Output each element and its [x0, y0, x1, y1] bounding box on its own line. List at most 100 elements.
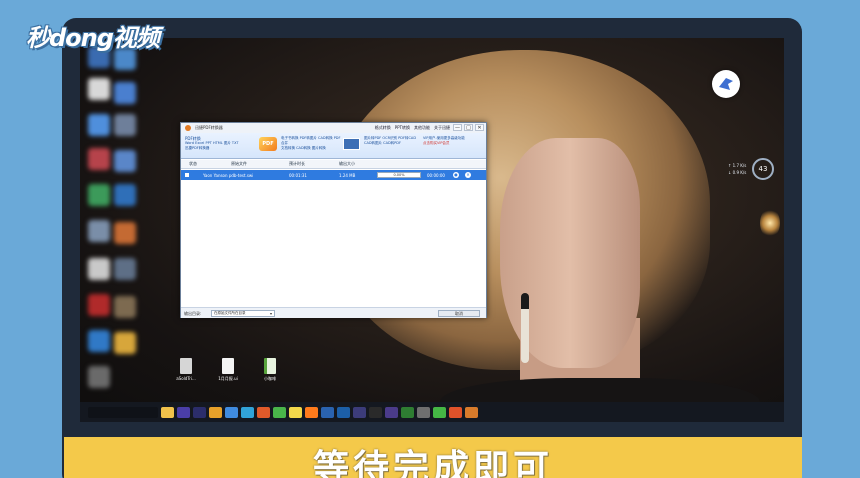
upload-speed: ↑ 1.7 K/s: [728, 163, 747, 168]
cancel-button[interactable]: 取消: [438, 310, 480, 317]
group-extra: CAD转图片 CAD转PDF: [364, 141, 401, 145]
file-label: 小咖啡: [264, 376, 276, 381]
desktop-icon: [114, 150, 136, 172]
conversion-progress: 0.00%: [377, 172, 421, 178]
taskbar-app-icon[interactable]: [193, 406, 206, 418]
group-items: 电子书转换 PDF转图片 CAD转换 PDF合并: [281, 136, 341, 145]
taskbar-app-icon[interactable]: [353, 406, 366, 418]
taskbar-app-icon[interactable]: [241, 406, 254, 418]
taskbar-app-icon[interactable]: [257, 406, 270, 418]
minimize-button[interactable]: —: [453, 124, 462, 131]
maximize-button[interactable]: □: [464, 124, 473, 131]
file-icon: [222, 358, 234, 374]
taskbar-app-icon[interactable]: [449, 406, 462, 418]
column-header-file[interactable]: 原始文件: [231, 161, 247, 167]
taskbar-app-icon[interactable]: [273, 406, 286, 418]
output-dir-label: 输出目录:: [184, 311, 202, 316]
ebook-group[interactable]: 电子书转换 PDF转图片 CAD转换 PDF合并 文档转换 CAD转换 图片转换: [281, 136, 341, 151]
column-header-status[interactable]: 状态: [189, 161, 197, 167]
promo-link[interactable]: 点击购买VIP会员: [423, 141, 483, 146]
wallpaper-earring: [521, 293, 529, 363]
bird-icon: [719, 78, 733, 90]
file-list-area[interactable]: [181, 180, 486, 306]
watermark-logo: 秒dong视频: [26, 24, 160, 52]
desktop-icon: [114, 222, 136, 244]
open-folder-icon[interactable]: ●: [453, 172, 459, 178]
group-extra: 迅捷PDF转换器: [185, 146, 210, 150]
title-link[interactable]: PPT转换: [395, 125, 410, 131]
title-links: 格式转换 PPT转换 其他功能 关于迅捷: [375, 125, 450, 131]
row-checkbox[interactable]: [185, 173, 189, 177]
desktop-screen: ↑ 1.7 K/s ↓ 0.9 K/s 43 迅捷PDF转换器 格式转换 PPT…: [80, 38, 784, 422]
download-speed: ↓ 0.9 K/s: [728, 170, 747, 175]
file-name: Yaon Yanson pdb-test.swi: [203, 172, 254, 178]
desktop-icon: [114, 82, 136, 104]
pdf-convert-group[interactable]: PDF转换 Word Excel PPT HTML 图片 TXT 迅捷PDF转换…: [185, 136, 255, 151]
converter-window: 迅捷PDF转换器 格式转换 PPT转换 其他功能 关于迅捷 — □ ✕ PDF转…: [180, 122, 487, 318]
chevron-down-icon: ▾: [269, 311, 272, 316]
bird-app-icon[interactable]: [712, 70, 740, 98]
blurred-desktop-icons: [80, 38, 140, 422]
window-controls: — □ ✕: [453, 124, 484, 131]
desktop-icon: [114, 184, 136, 206]
desktop-icon: [88, 78, 110, 100]
taskbar-app-icon[interactable]: [337, 406, 350, 418]
table-row[interactable]: Yaon Yanson pdb-test.swi 00:01:31 1.24 M…: [181, 170, 486, 180]
title-link[interactable]: 其他功能: [414, 125, 430, 131]
app-logo-icon: [185, 125, 191, 131]
group-extra: 文档转换 CAD转换 图片转换: [281, 146, 326, 150]
subtitle-bar: 等待完成即可: [64, 437, 802, 478]
taskbar-app-icon[interactable]: [401, 406, 414, 418]
window-title: 迅捷PDF转换器: [195, 125, 223, 130]
taskbar-app-icon[interactable]: [177, 406, 190, 418]
file-label: 1月月报.ui: [218, 376, 238, 381]
pdf-badge-icon[interactable]: PDF: [259, 137, 277, 151]
file-size: 1.24 MB: [339, 172, 356, 178]
image-badge-icon[interactable]: [343, 138, 360, 150]
column-header-size[interactable]: 输出大小: [339, 161, 355, 167]
taskbar-app-icon[interactable]: [289, 406, 302, 418]
table-header: 状态 原始文件 预计时长 输出大小: [181, 160, 486, 169]
output-dir-value: 在原始文件所在目录: [214, 311, 246, 315]
desktop-icon: [88, 330, 110, 352]
taskbar-app-icon[interactable]: [465, 406, 478, 418]
delete-icon[interactable]: ✕: [465, 172, 471, 178]
file-label: aSoldTri...: [176, 376, 196, 381]
taskbar: [80, 402, 784, 422]
desktop-icon: [114, 296, 136, 318]
title-link[interactable]: 关于迅捷: [434, 125, 450, 131]
desktop-icon: [88, 294, 110, 316]
file-eta: 00:00:00: [427, 172, 445, 178]
desktop-icon: [88, 148, 110, 170]
taskbar-app-icon[interactable]: [321, 406, 334, 418]
memory-percent: 43: [752, 158, 774, 180]
desktop-icon: [88, 114, 110, 136]
function-toolbar: PDF转换 Word Excel PPT HTML 图片 TXT 迅捷PDF转换…: [181, 133, 486, 159]
taskbar-app-icon[interactable]: [417, 406, 430, 418]
window-titlebar: 迅捷PDF转换器 格式转换 PPT转换 其他功能 关于迅捷 — □ ✕: [181, 123, 486, 133]
taskbar-app-icon[interactable]: [305, 406, 318, 418]
output-dir-select[interactable]: 在原始文件所在目录 ▾: [211, 310, 275, 317]
vip-promo[interactable]: VIP用户-使用更多高级功能 点击购买VIP会员: [423, 136, 483, 146]
status-bar: 输出目录: 在原始文件所在目录 ▾ 取消: [181, 307, 486, 318]
taskbar-app-icon[interactable]: [385, 406, 398, 418]
taskbar-app-icon[interactable]: [209, 406, 222, 418]
close-button[interactable]: ✕: [475, 124, 484, 131]
net-speed: ↑ 1.7 K/s ↓ 0.9 K/s: [728, 162, 746, 176]
title-link[interactable]: 格式转换: [375, 125, 391, 131]
folder-icon[interactable]: [161, 406, 174, 418]
taskbar-app-icon[interactable]: [225, 406, 238, 418]
network-widget[interactable]: ↑ 1.7 K/s ↓ 0.9 K/s 43: [728, 158, 778, 184]
desktop-file[interactable]: 1月月报.ui: [214, 358, 242, 382]
desktop-icon: [114, 114, 136, 136]
subtitle-text: 等待完成即可: [312, 448, 553, 478]
taskbar-app-icon[interactable]: [369, 406, 382, 418]
desktop-files: aSoldTri... 1月月报.ui 小咖啡: [172, 358, 284, 382]
taskbar-app-icon[interactable]: [433, 406, 446, 418]
desktop-file[interactable]: aSoldTri...: [172, 358, 200, 382]
image-group[interactable]: 图片转PDF OCR识别 PDF转CAD CAD转图片 CAD转PDF: [364, 136, 419, 146]
progress-percent: 0.00%: [393, 173, 405, 177]
column-header-time[interactable]: 预计时长: [289, 161, 305, 167]
desktop-file[interactable]: 小咖啡: [256, 358, 284, 382]
desktop-icon: [114, 332, 136, 354]
